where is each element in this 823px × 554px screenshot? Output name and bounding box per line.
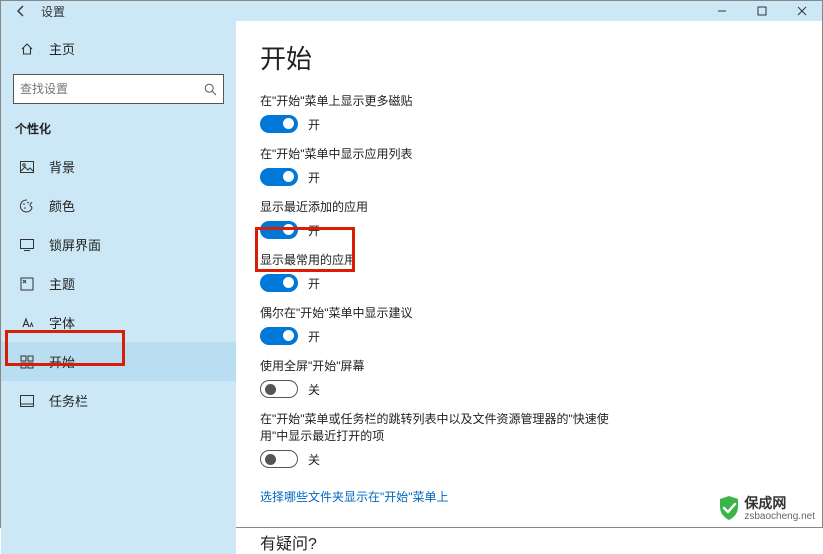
search-icon	[204, 83, 217, 96]
sidebar-item-colors[interactable]: 颜色	[1, 186, 236, 225]
section-title: 个性化	[1, 112, 236, 147]
toggle-state: 开	[308, 222, 320, 239]
toggle-jumplist[interactable]: 关	[260, 450, 792, 468]
setting-label: 显示最近添加的应用	[260, 198, 792, 215]
toggle-state: 开	[308, 169, 320, 186]
toggle-fullscreen[interactable]: 关	[260, 380, 792, 398]
page-title: 开始	[260, 39, 792, 76]
minimize-button[interactable]	[702, 1, 742, 21]
sidebar-item-label: 背景	[49, 157, 75, 176]
content-area: 主页 个性化 背景 颜色 锁屏界面 主题	[1, 21, 822, 554]
setting-label: 显示最常用的应用	[260, 251, 792, 268]
toggle-state: 开	[308, 116, 320, 133]
setting-label: 在"开始"菜单中显示应用列表	[260, 145, 792, 162]
toggle-recent-apps[interactable]: 开	[260, 221, 792, 239]
watermark-url: zsbaocheng.net	[744, 511, 815, 522]
search-box[interactable]	[13, 74, 224, 104]
lockscreen-icon	[19, 239, 35, 251]
home-label: 主页	[49, 39, 75, 58]
sidebar: 主页 个性化 背景 颜色 锁屏界面 主题	[1, 21, 236, 554]
titlebar: 设置	[1, 1, 822, 21]
help-heading: 有疑问?	[260, 530, 792, 554]
sidebar-item-taskbar[interactable]: 任务栏	[1, 381, 236, 420]
picture-icon	[19, 161, 35, 173]
sidebar-item-label: 主题	[49, 274, 75, 293]
toggle-suggestions[interactable]: 开	[260, 327, 792, 345]
toggle-state: 关	[308, 381, 320, 398]
maximize-button[interactable]	[742, 1, 782, 21]
palette-icon	[19, 199, 35, 213]
watermark-brand: 保成网	[744, 495, 786, 511]
sidebar-item-fonts[interactable]: 字体	[1, 303, 236, 342]
start-icon	[19, 355, 35, 369]
window-title: 设置	[41, 3, 65, 20]
sidebar-item-label: 任务栏	[49, 391, 88, 410]
home-nav[interactable]: 主页	[1, 33, 236, 64]
setting-label: 在"开始"菜单上显示更多磁贴	[260, 92, 792, 109]
sidebar-item-label: 颜色	[49, 196, 75, 215]
close-button[interactable]	[782, 1, 822, 21]
main-panel: 开始 在"开始"菜单上显示更多磁贴 开 在"开始"菜单中显示应用列表 开 显示最…	[236, 21, 822, 554]
sidebar-item-lockscreen[interactable]: 锁屏界面	[1, 225, 236, 264]
search-input[interactable]	[20, 82, 204, 96]
toggle-state: 开	[308, 275, 320, 292]
sidebar-item-start[interactable]: 开始	[1, 342, 236, 381]
sidebar-item-themes[interactable]: 主题	[1, 264, 236, 303]
watermark: 保成网 zsbaocheng.net	[718, 493, 815, 522]
home-icon	[19, 42, 35, 56]
sidebar-item-background[interactable]: 背景	[1, 147, 236, 186]
toggle-state: 关	[308, 451, 320, 468]
setting-label: 在"开始"菜单或任务栏的跳转列表中以及文件资源管理器的"快速使用"中显示最近打开…	[260, 410, 620, 444]
toggle-most-used[interactable]: 开	[260, 274, 792, 292]
window-controls	[702, 1, 822, 21]
taskbar-icon	[19, 395, 35, 407]
setting-label: 偶尔在"开始"菜单中显示建议	[260, 304, 792, 321]
sidebar-item-label: 开始	[49, 352, 75, 371]
setting-label: 使用全屏"开始"屏幕	[260, 357, 792, 374]
sidebar-item-label: 锁屏界面	[49, 235, 101, 254]
settings-window: 设置 主页 个性化 背景 颜色	[0, 0, 823, 528]
toggle-more-tiles[interactable]: 开	[260, 115, 792, 133]
shield-icon	[718, 495, 740, 521]
theme-icon	[19, 277, 35, 291]
font-icon	[19, 316, 35, 330]
folders-link[interactable]: 选择哪些文件夹显示在"开始"菜单上	[260, 488, 449, 505]
toggle-state: 开	[308, 328, 320, 345]
back-button[interactable]	[11, 1, 31, 21]
toggle-app-list[interactable]: 开	[260, 168, 792, 186]
sidebar-item-label: 字体	[49, 313, 75, 332]
